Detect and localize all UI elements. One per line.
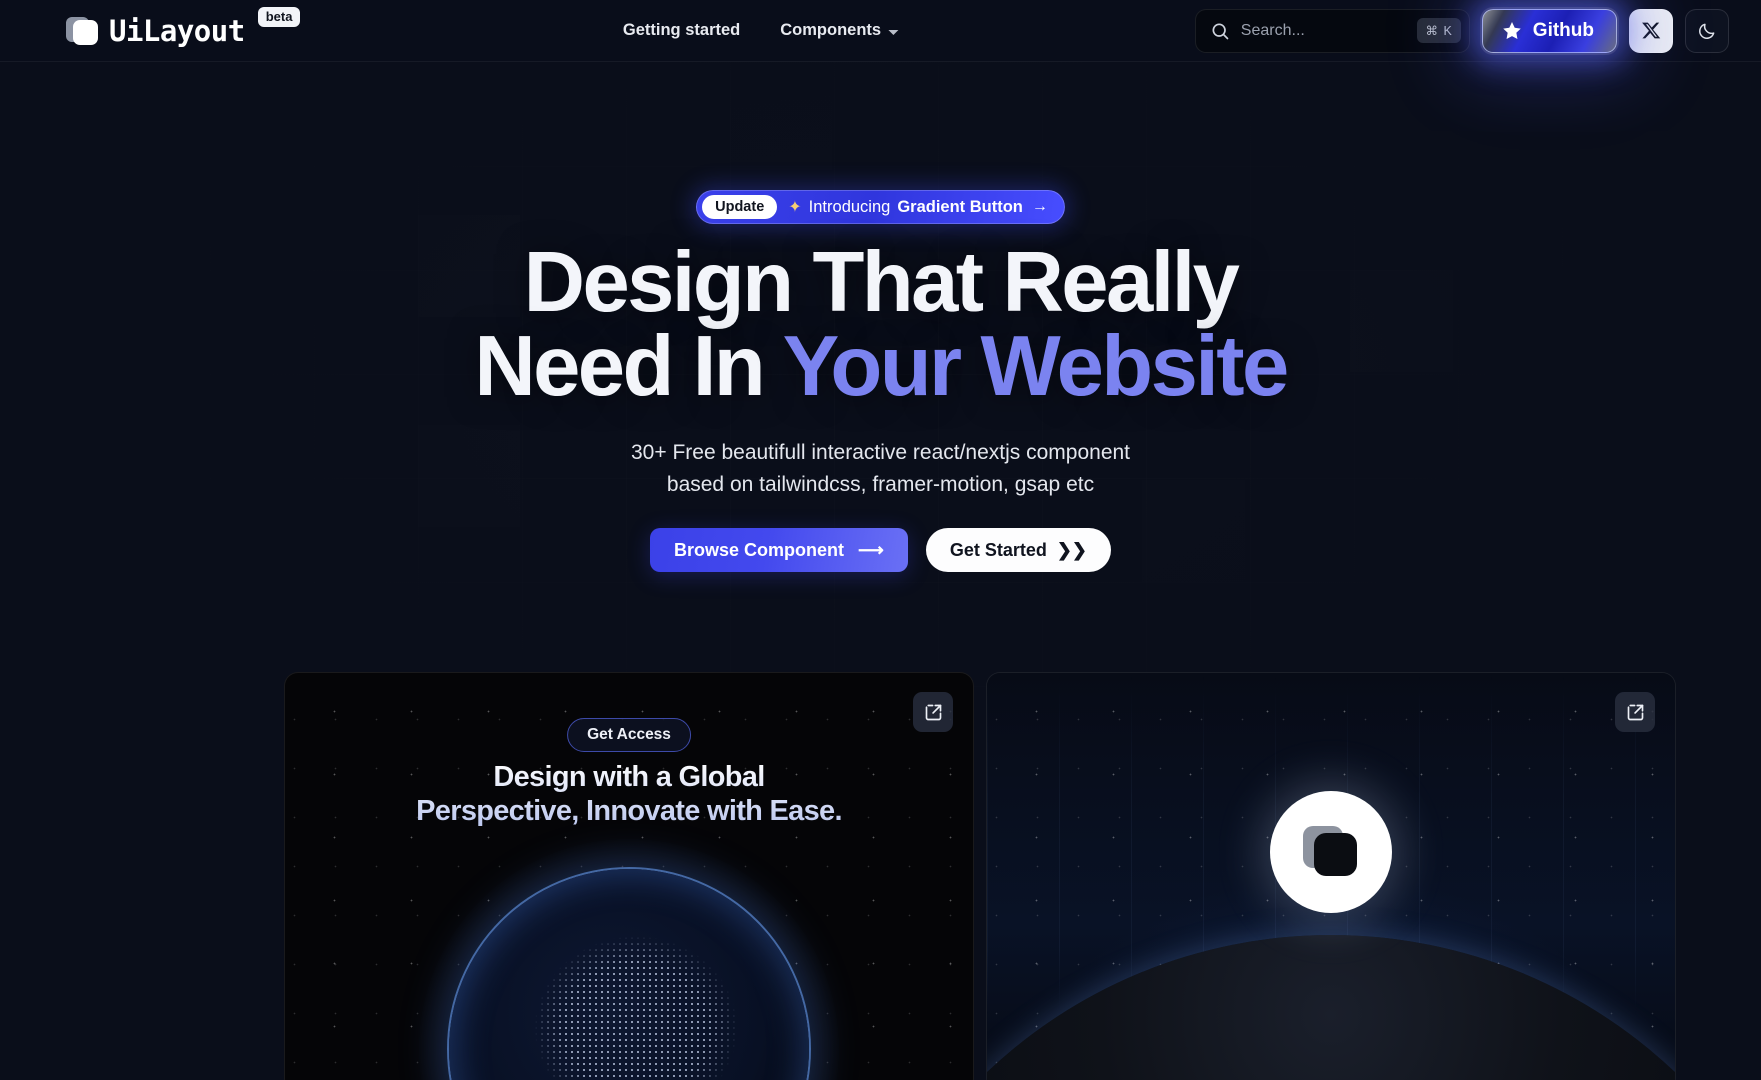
search-shortcut-badge: ⌘ K (1417, 18, 1461, 43)
nav-label: Components (780, 21, 882, 39)
site-header: UiLayout beta Getting started Components… (0, 0, 1761, 62)
chevrons-right-icon: ❯❯ (1056, 539, 1088, 560)
hero-subtitle-line2: based on tailwindcss, framer-motion, gsa… (666, 472, 1095, 496)
arrow-right-icon: ⟶ (858, 539, 884, 560)
hero-title-line1: Design That Really (523, 235, 1240, 330)
arrow-right-icon: → (1031, 198, 1048, 215)
card-title: Design with a Global Perspective, Innova… (285, 761, 973, 829)
page-root: UiLayout beta Getting started Components… (0, 0, 1761, 1080)
search-icon (1212, 23, 1229, 39)
brand-logo[interactable]: UiLayout beta (66, 6, 301, 48)
nav-item-components[interactable]: Components (780, 21, 899, 40)
hero-title-line2-accent: Your Website (782, 319, 1290, 415)
card-title-line1: Design with a Global (493, 761, 765, 793)
external-link-icon (925, 704, 941, 720)
theme-toggle-button[interactable] (1685, 8, 1729, 53)
search-placeholder: Search... (1240, 21, 1305, 39)
showcase-cards: Get Access Design with a Global Perspect… (284, 672, 1676, 1080)
announcement-text: ✦ Introducing Gradient Button → (788, 197, 1048, 217)
browse-component-label: Browse Component (673, 539, 844, 560)
external-link-icon (1627, 704, 1643, 720)
open-external-button[interactable] (913, 692, 953, 732)
get-started-button[interactable]: Get Started ❯❯ (925, 528, 1112, 573)
announcement-banner[interactable]: Update ✦ Introducing Gradient Button → (696, 190, 1065, 224)
moon-icon (1699, 23, 1715, 39)
chevron-down-icon (888, 29, 899, 35)
x-twitter-icon (1641, 22, 1660, 39)
announcement-prefix: Introducing (808, 197, 891, 216)
card-title-line2: Perspective, Innovate with Ease. (416, 794, 842, 827)
hero-subtitle: 30+ Free beautifull interactive react/ne… (631, 437, 1130, 500)
star-icon (1503, 21, 1521, 39)
hero-subtitle-line1: 30+ Free beautifull interactive react/ne… (630, 441, 1131, 465)
sparkle-icon: ✦ (788, 199, 802, 216)
hero-title-line2-plain: Need In (474, 319, 783, 415)
hero-title: Design That Really Need In Your Website (474, 240, 1289, 409)
browse-component-button[interactable]: Browse Component ⟶ (649, 528, 908, 573)
showcase-card-planet-logo[interactable] (986, 672, 1676, 1080)
logo-badge (1270, 791, 1392, 913)
brand-name: UiLayout (109, 13, 245, 48)
hero-section: Update ✦ Introducing Gradient Button → D… (0, 62, 1761, 573)
nav-label: Getting started (622, 21, 741, 39)
dotted-globe-graphic (419, 839, 839, 1080)
header-actions: Search... ⌘ K Github (1194, 8, 1729, 53)
github-button-label: Github (1532, 19, 1594, 41)
open-external-button[interactable] (1615, 692, 1655, 732)
get-access-button[interactable]: Get Access (567, 718, 691, 752)
layered-squares-logo-icon (1303, 826, 1359, 878)
beta-badge: beta (257, 6, 301, 27)
announcement-highlight: Gradient Button (897, 197, 1023, 216)
layered-squares-logo-icon (66, 14, 100, 48)
get-started-label: Get Started (949, 539, 1047, 560)
primary-nav: Getting started Components (623, 21, 899, 40)
showcase-card-global-design[interactable]: Get Access Design with a Global Perspect… (284, 672, 974, 1080)
twitter-x-button[interactable] (1629, 8, 1673, 53)
hero-cta-group: Browse Component ⟶ Get Started ❯❯ (649, 528, 1112, 573)
search-input[interactable]: Search... ⌘ K (1194, 8, 1470, 53)
announcement-tag: Update (702, 195, 778, 219)
github-button[interactable]: Github (1481, 8, 1617, 53)
nav-item-getting-started[interactable]: Getting started (623, 21, 740, 40)
